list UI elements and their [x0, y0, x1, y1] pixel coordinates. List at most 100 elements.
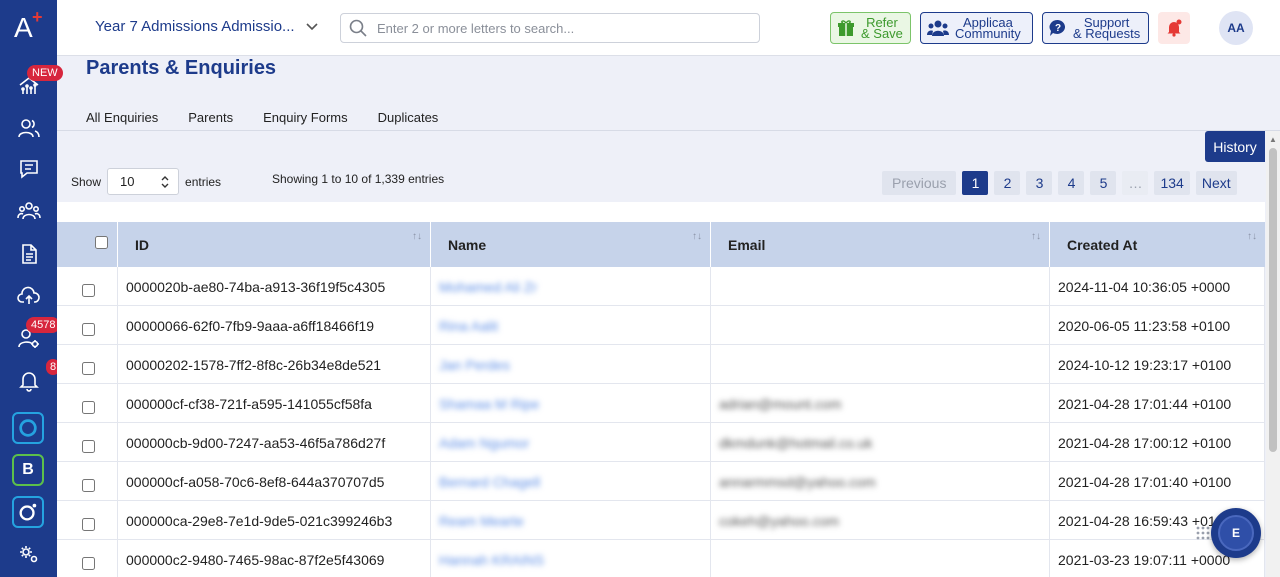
refer-line2: & Save: [861, 26, 903, 41]
app-o-icon: [19, 419, 37, 437]
email-cell: [711, 540, 1050, 577]
name-link[interactable]: Ream Mearte: [439, 513, 524, 529]
community-icon: [927, 20, 949, 36]
tab-parents[interactable]: Parents: [188, 110, 233, 125]
support-requests-button[interactable]: ? Support & Requests: [1042, 12, 1149, 44]
sidebar-item-people[interactable]: [10, 112, 48, 144]
applicaa-logo[interactable]: A +: [14, 8, 46, 44]
alerts-button[interactable]: [1158, 12, 1190, 44]
grid-dots-icon[interactable]: [1196, 526, 1210, 540]
pagination-page-4[interactable]: 4: [1058, 171, 1085, 195]
app-b-green[interactable]: B: [12, 454, 44, 486]
row-checkbox[interactable]: [81, 362, 95, 375]
entries-per-page-select[interactable]: 10: [107, 168, 180, 195]
email-cell: annarmmsd@yahoo.com: [711, 462, 1050, 501]
sort-icon: ↑↓: [692, 231, 702, 242]
name-cell: Hannah KRAINS: [431, 540, 711, 577]
table-row[interactable]: 00000202-1578-7ff2-8f8c-26b34e8de521 Jan…: [57, 345, 1265, 384]
id-cell: 0000020b-ae80-74ba-a913-36f19f5c4305: [118, 267, 431, 306]
column-header-created-at[interactable]: Created At ↑↓: [1050, 222, 1265, 267]
group-icon: [17, 202, 41, 220]
table-row[interactable]: 000000c2-9480-7465-98ac-87f2e5f43069 Han…: [57, 540, 1265, 577]
email-text: annarmmsd@yahoo.com: [719, 473, 876, 490]
row-checkbox[interactable]: [81, 440, 95, 453]
name-link[interactable]: Bernard Chagell: [439, 474, 540, 490]
table-row[interactable]: 000000cf-cf38-721f-a595-141055cf58fa Sha…: [57, 384, 1265, 423]
pagination-page-1[interactable]: 1: [962, 171, 989, 195]
new-badge: NEW: [27, 65, 63, 81]
email-cell: [711, 267, 1050, 306]
sort-icon: ↑↓: [1247, 231, 1257, 242]
id-cell: 000000cf-cf38-721f-a595-141055cf58fa: [118, 384, 431, 423]
column-header-name[interactable]: Name ↑↓: [431, 222, 711, 267]
row-select-cell: [57, 462, 118, 501]
table-row[interactable]: 00000066-62f0-7fb9-9aaa-a6ff18466f19 Rin…: [57, 306, 1265, 345]
tab-duplicates[interactable]: Duplicates: [378, 110, 439, 125]
gears-icon: [20, 546, 38, 563]
entries-length-control: Show 10 entries: [71, 168, 221, 195]
pagination-page-3[interactable]: 3: [1026, 171, 1053, 195]
row-checkbox[interactable]: [81, 323, 95, 336]
page-scrollbar[interactable]: ▲: [1266, 131, 1280, 577]
bell-icon: [19, 372, 39, 392]
table-row[interactable]: 000000cf-a058-70c6-8ef8-644a370707d5 Ber…: [57, 462, 1265, 501]
table-row[interactable]: 0000020b-ae80-74ba-a913-36f19f5c4305 Moh…: [57, 267, 1265, 306]
sidebar: A + NEW 4578 8 B: [0, 0, 63, 577]
id-cell: 000000ca-29e8-7e1d-9de5-021c399246b3: [118, 501, 431, 540]
scrollbar-thumb[interactable]: [1269, 148, 1277, 452]
sidebar-item-notifications[interactable]: [10, 364, 48, 396]
bell-alert-icon: [1167, 19, 1182, 37]
registrations-count-badge: 4578: [26, 317, 61, 333]
name-link[interactable]: Adam Ngumor: [439, 435, 529, 451]
sort-icon: ↑↓: [412, 231, 422, 242]
id-cell: 000000cb-9d00-7247-aa53-46f5a786d27f: [118, 423, 431, 462]
scroll-up-arrow-icon[interactable]: ▲: [1269, 135, 1277, 144]
sidebar-item-documents[interactable]: [10, 238, 48, 270]
pagination-previous[interactable]: Previous: [882, 171, 957, 195]
column-header-id[interactable]: ID ↑↓: [118, 222, 431, 267]
column-header-email[interactable]: Email ↑↓: [711, 222, 1050, 267]
app-o-blue[interactable]: [12, 412, 44, 444]
search-input[interactable]: [377, 20, 747, 36]
email-text: adrian@mount.com: [719, 395, 842, 412]
entries-label: entries: [185, 174, 222, 189]
history-button[interactable]: History: [1205, 131, 1265, 162]
user-avatar[interactable]: AA: [1219, 11, 1253, 45]
name-link[interactable]: Jan Perdes: [439, 357, 510, 373]
search-icon: [349, 19, 367, 37]
row-checkbox[interactable]: [81, 518, 95, 531]
tab-all-enquiries[interactable]: All Enquiries: [86, 110, 158, 125]
pagination-page-134[interactable]: 134: [1154, 171, 1190, 195]
pagination-next[interactable]: Next: [1195, 171, 1237, 195]
tab-enquiry-forms[interactable]: Enquiry Forms: [263, 110, 348, 125]
select-all-checkbox[interactable]: [95, 236, 108, 249]
row-checkbox[interactable]: [81, 401, 95, 414]
pagination-page-2[interactable]: 2: [994, 171, 1021, 195]
table-row[interactable]: 000000cb-9d00-7247-aa53-46f5a786d27f Ada…: [57, 423, 1265, 462]
name-link[interactable]: Hannah KRAINS: [439, 552, 544, 568]
sidebar-item-messages[interactable]: [10, 153, 48, 185]
refer-save-button[interactable]: Refer & Save: [830, 12, 911, 44]
row-checkbox[interactable]: [81, 284, 95, 297]
row-checkbox[interactable]: [81, 557, 95, 570]
sidebar-item-groups[interactable]: [10, 195, 48, 227]
app-o-teal[interactable]: [12, 496, 44, 528]
top-bar: Year 7 Admissions Admissio... Refer& Sav…: [57, 0, 1280, 56]
column-created-label: Created At: [1067, 236, 1138, 253]
row-select-cell: [57, 423, 118, 462]
name-link[interactable]: Mohamed Ali Zr: [439, 279, 537, 295]
name-link[interactable]: Rina Aalit: [439, 318, 498, 334]
name-link[interactable]: Shamaa M Ripe: [439, 396, 539, 412]
pagination-page-5[interactable]: 5: [1090, 171, 1117, 195]
sidebar-item-settings[interactable]: [10, 538, 48, 570]
name-cell: Shamaa M Ripe: [431, 384, 711, 423]
sidebar-item-upload[interactable]: [10, 280, 48, 312]
chat-widget-button[interactable]: E: [1211, 508, 1261, 558]
row-checkbox[interactable]: [81, 479, 95, 492]
pagination-ellipsis: …: [1122, 171, 1149, 195]
admissions-year-select[interactable]: Year 7 Admissions Admissio...: [95, 18, 319, 35]
name-cell: Bernard Chagell: [431, 462, 711, 501]
cloud-upload-icon: [17, 286, 40, 304]
table-row[interactable]: 000000ca-29e8-7e1d-9de5-021c399246b3 Rea…: [57, 501, 1265, 540]
applicaa-community-button[interactable]: Applicaa Community: [920, 12, 1033, 44]
